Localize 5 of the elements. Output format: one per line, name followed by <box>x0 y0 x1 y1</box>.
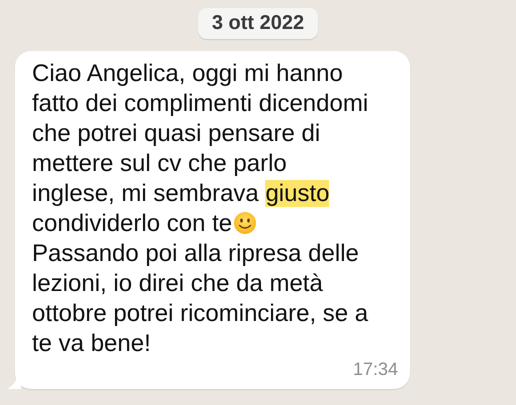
message-text: Passando poi alla ripresa delle lezioni, io direi che da metà ottobre potrei ricominciare, se a te va bene! <box>32 239 370 359</box>
smiley-icon <box>233 211 258 235</box>
message-text: Ciao Angelica, oggi mi hanno fatto dei complimenti dicendomi che potrei quasi pensare di mettere sul cv che parlo inglese, mi sembrava giusto condividerlo con te <box>32 59 370 239</box>
date-label: 3 ott 2022 <box>198 8 318 39</box>
message-time: 17:34 <box>352 359 398 379</box>
